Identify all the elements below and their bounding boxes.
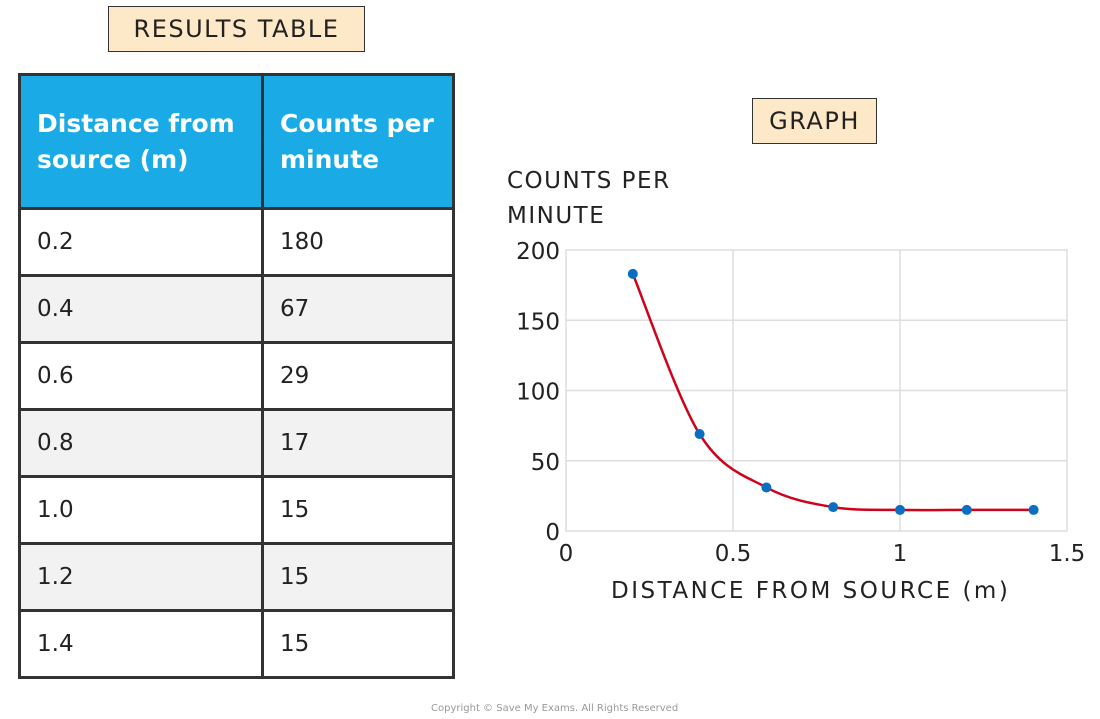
y-tick-label: 200 [516, 239, 560, 265]
x-tick-label: 1 [893, 541, 908, 567]
data-point [1028, 504, 1039, 515]
data-point [761, 482, 772, 493]
data-point [627, 268, 638, 279]
data-point [694, 429, 705, 440]
x-tick-label: 0.5 [715, 541, 752, 567]
x-tick-label: 1.5 [1049, 541, 1086, 567]
data-point [828, 502, 839, 513]
x-tick-label: 0 [559, 541, 574, 567]
y-tick-label: 0 [545, 520, 560, 546]
line-chart: 0 0.5 1 1.5 0 50 100 150 200 [516, 239, 1086, 567]
y-tick-label: 150 [516, 309, 560, 335]
series-line [631, 273, 1034, 512]
y-tick-label: 100 [516, 380, 560, 406]
copyright: Copyright © Save My Exams. All Rights Re… [431, 703, 679, 714]
data-point [895, 504, 905, 515]
y-tick-label: 50 [531, 450, 560, 476]
data-point [961, 504, 972, 515]
